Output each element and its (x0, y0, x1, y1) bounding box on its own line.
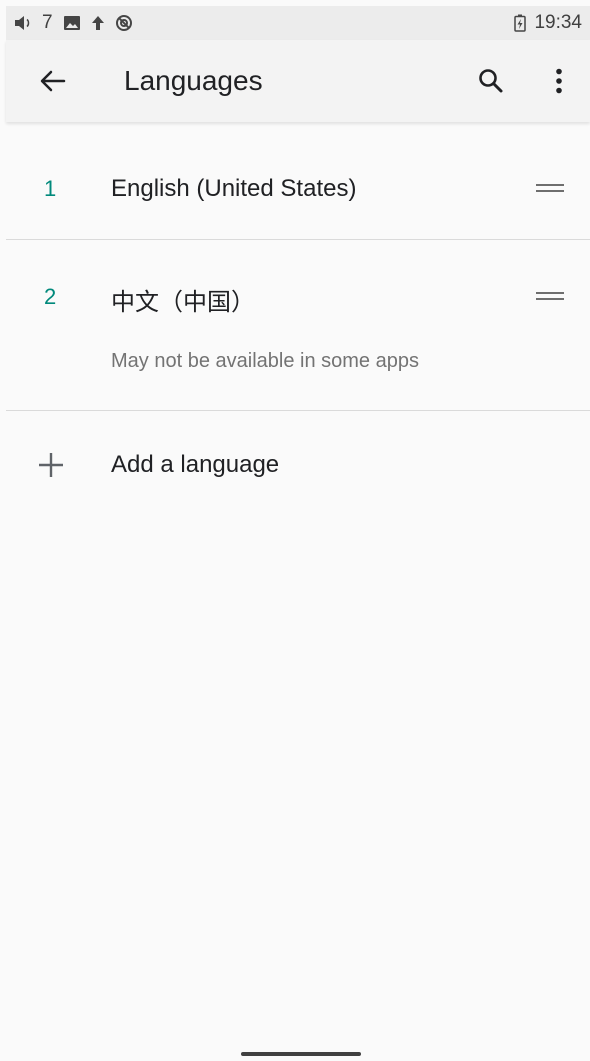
language-availability-note: May not be available in some apps (111, 350, 419, 372)
language-list: 1 English (United States) 2 中文（中国） May n… (6, 124, 590, 411)
language-index: 1 (44, 176, 57, 201)
status-bar-left: 7 (14, 12, 514, 34)
app-bar: Languages (6, 40, 590, 122)
add-language-label: Add a language (111, 451, 280, 478)
upload-arrow-icon (91, 15, 105, 31)
search-button[interactable] (468, 58, 514, 104)
language-name: 中文（中国） (111, 289, 255, 316)
status-bar: 7 19:34 (6, 6, 590, 40)
back-arrow-icon (40, 70, 66, 92)
page-title: Languages (124, 65, 263, 96)
language-name: English (United States) (111, 175, 357, 202)
plus-icon (38, 452, 64, 478)
navigation-gesture-handle[interactable] (241, 1052, 361, 1056)
languages-screen: 7 19:34 Languages 1 English (United Stat… (0, 0, 590, 1061)
notification-count: 7 (42, 12, 53, 33)
search-icon (478, 68, 504, 94)
language-item-chinese[interactable]: 2 中文（中国） May not be available in some ap… (6, 240, 590, 411)
add-language-button[interactable]: Add a language (6, 410, 590, 520)
drag-handle-icon[interactable] (536, 182, 564, 196)
status-time: 19:34 (534, 12, 582, 33)
battery-icon (514, 14, 527, 32)
language-item-english[interactable]: 1 English (United States) (6, 124, 590, 240)
back-button[interactable] (30, 58, 76, 104)
status-bar-right: 19:34 (514, 12, 582, 34)
more-options-button[interactable] (536, 58, 582, 104)
language-index: 2 (44, 284, 57, 309)
more-vert-icon (555, 68, 563, 94)
image-icon (63, 15, 81, 31)
drag-handle-icon[interactable] (536, 290, 564, 304)
volume-icon (14, 15, 32, 31)
sync-icon (115, 14, 133, 32)
